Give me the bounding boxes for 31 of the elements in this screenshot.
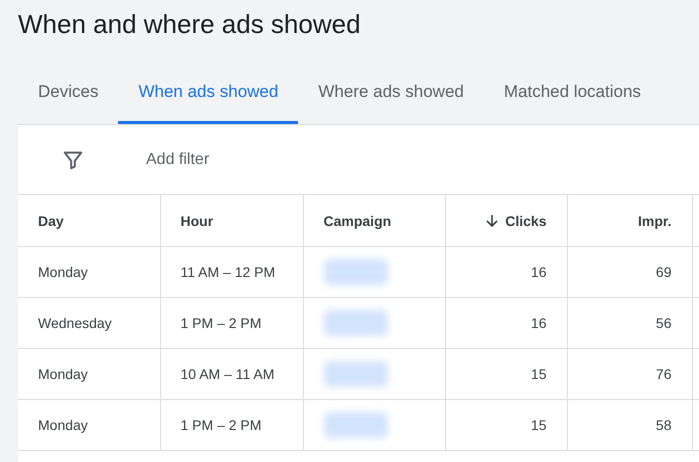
column-header[interactable]: Impr. <box>638 212 672 228</box>
tab[interactable]: Devices <box>18 76 118 124</box>
column-header[interactable]: Day <box>38 212 64 228</box>
blurred-text <box>324 259 388 285</box>
filter-icon[interactable] <box>62 148 84 170</box>
blurred-text <box>324 412 388 438</box>
table-cell: 58 <box>656 417 672 433</box>
table-cell: 69 <box>656 264 672 280</box>
table-cell: 1 PM – 2 PM <box>180 417 262 433</box>
blurred-text <box>324 310 388 336</box>
column-header[interactable]: Campaign <box>324 212 392 228</box>
column-header[interactable]: Hour <box>180 212 214 228</box>
table-cell: Monday <box>38 264 88 280</box>
table-cell: 1 PM – 2 PM <box>180 315 262 331</box>
page-title: When and where ads showed <box>18 8 361 40</box>
table-cell: 15 <box>530 366 546 382</box>
table-cell: Wednesday <box>38 315 112 331</box>
column-header[interactable]: Clicks <box>485 212 546 228</box>
table-cell: 76 <box>656 366 672 382</box>
tab[interactable]: Matched locations <box>484 76 661 124</box>
tab[interactable]: Where ads showed <box>298 76 484 124</box>
blurred-text <box>324 361 388 387</box>
table-cell: 16 <box>530 264 546 280</box>
add-filter-link[interactable]: Add filter <box>146 150 210 168</box>
table-cell: 15 <box>530 417 546 433</box>
table-cell: Monday <box>38 366 88 382</box>
table-cell: 10 AM – 11 AM <box>180 366 274 382</box>
table-cell: Monday <box>38 417 88 433</box>
table-cell: 56 <box>656 315 672 331</box>
table-cell: 16 <box>530 315 546 331</box>
table-cell: 11 AM – 12 PM <box>180 264 276 280</box>
